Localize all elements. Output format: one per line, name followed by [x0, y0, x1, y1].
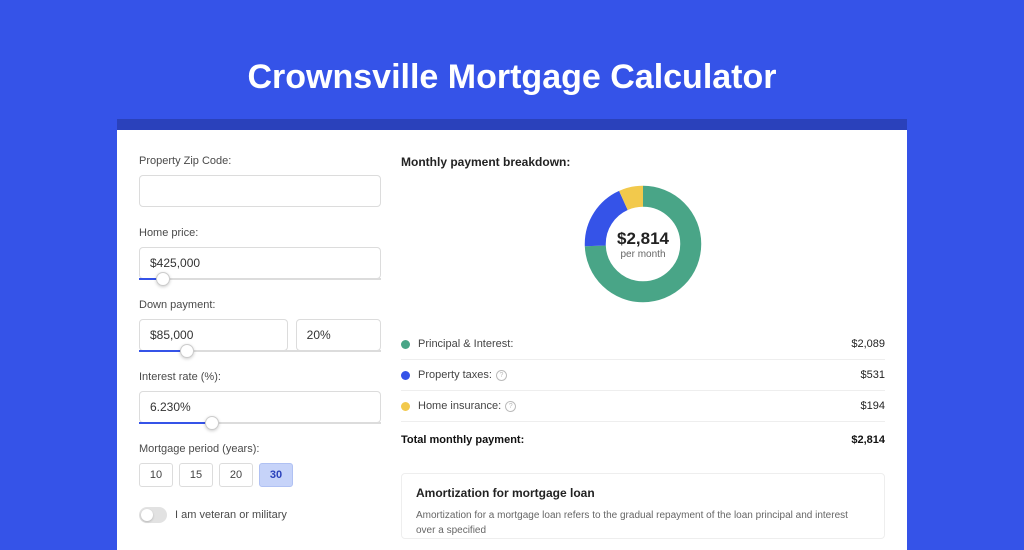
interest-input[interactable] [139, 391, 381, 423]
amortization-card: Amortization for mortgage loan Amortizat… [401, 473, 885, 539]
legend-label: Principal & Interest: [418, 338, 851, 350]
donut-total-value: $2,814 [617, 229, 669, 249]
period-options-row: 10152030 [139, 463, 381, 487]
results-column: Monthly payment breakdown: $2,814 per mo… [401, 155, 885, 525]
donut-chart-wrap: $2,814 per month [401, 181, 885, 307]
legend-dot-icon [401, 340, 410, 349]
legend-row: Property taxes:?$531 [401, 360, 885, 391]
legend-dot-icon [401, 371, 410, 380]
legend-row: Principal & Interest:$2,089 [401, 329, 885, 360]
down-payment-input[interactable] [139, 319, 288, 351]
amortization-text: Amortization for a mortgage loan refers … [416, 508, 870, 538]
home-price-slider-track [139, 278, 381, 280]
amortization-title: Amortization for mortgage loan [416, 486, 870, 500]
donut-chart: $2,814 per month [580, 181, 706, 307]
zip-input[interactable] [139, 175, 381, 207]
interest-label: Interest rate (%): [139, 371, 381, 383]
home-price-input[interactable] [139, 247, 381, 279]
donut-total-sub: per month [620, 249, 665, 260]
down-payment-label: Down payment: [139, 299, 381, 311]
period-option-20[interactable]: 20 [219, 463, 253, 487]
period-label: Mortgage period (years): [139, 443, 381, 455]
legend-row: Home insurance:?$194 [401, 391, 885, 422]
period-option-10[interactable]: 10 [139, 463, 173, 487]
interest-field-group: Interest rate (%): [139, 371, 381, 423]
period-field-group: Mortgage period (years): 10152030 [139, 443, 381, 487]
legend-value: $2,089 [851, 338, 885, 350]
down-payment-pct-input[interactable] [296, 319, 381, 351]
veteran-label: I am veteran or military [175, 509, 287, 521]
legend: Principal & Interest:$2,089Property taxe… [401, 329, 885, 422]
home-price-field-group: Home price: [139, 227, 381, 279]
home-price-label: Home price: [139, 227, 381, 239]
legend-dot-icon [401, 402, 410, 411]
down-payment-slider-handle[interactable] [180, 344, 194, 358]
period-option-30[interactable]: 30 [259, 463, 293, 487]
form-column: Property Zip Code: Home price: Down paym… [139, 155, 381, 525]
legend-total-value: $2,814 [851, 434, 885, 446]
legend-label: Home insurance:? [418, 400, 861, 412]
legend-value: $194 [861, 400, 885, 412]
interest-slider-handle[interactable] [205, 416, 219, 430]
calculator-panel: Property Zip Code: Home price: Down paym… [117, 130, 907, 550]
veteran-toggle[interactable] [139, 507, 167, 523]
period-option-15[interactable]: 15 [179, 463, 213, 487]
veteran-toggle-row: I am veteran or military [139, 507, 381, 523]
interest-slider-fill [139, 422, 212, 424]
page-title: Crownsville Mortgage Calculator [0, 0, 1024, 119]
legend-total-label: Total monthly payment: [401, 434, 851, 446]
home-price-slider-handle[interactable] [156, 272, 170, 286]
legend-value: $531 [861, 369, 885, 381]
down-payment-field-group: Down payment: [139, 299, 381, 351]
info-icon[interactable]: ? [505, 401, 516, 412]
zip-field-group: Property Zip Code: [139, 155, 381, 207]
legend-total-row: Total monthly payment: $2,814 [401, 422, 885, 455]
breakdown-title: Monthly payment breakdown: [401, 155, 885, 169]
legend-label: Property taxes:? [418, 369, 861, 381]
info-icon[interactable]: ? [496, 370, 507, 381]
zip-label: Property Zip Code: [139, 155, 381, 167]
